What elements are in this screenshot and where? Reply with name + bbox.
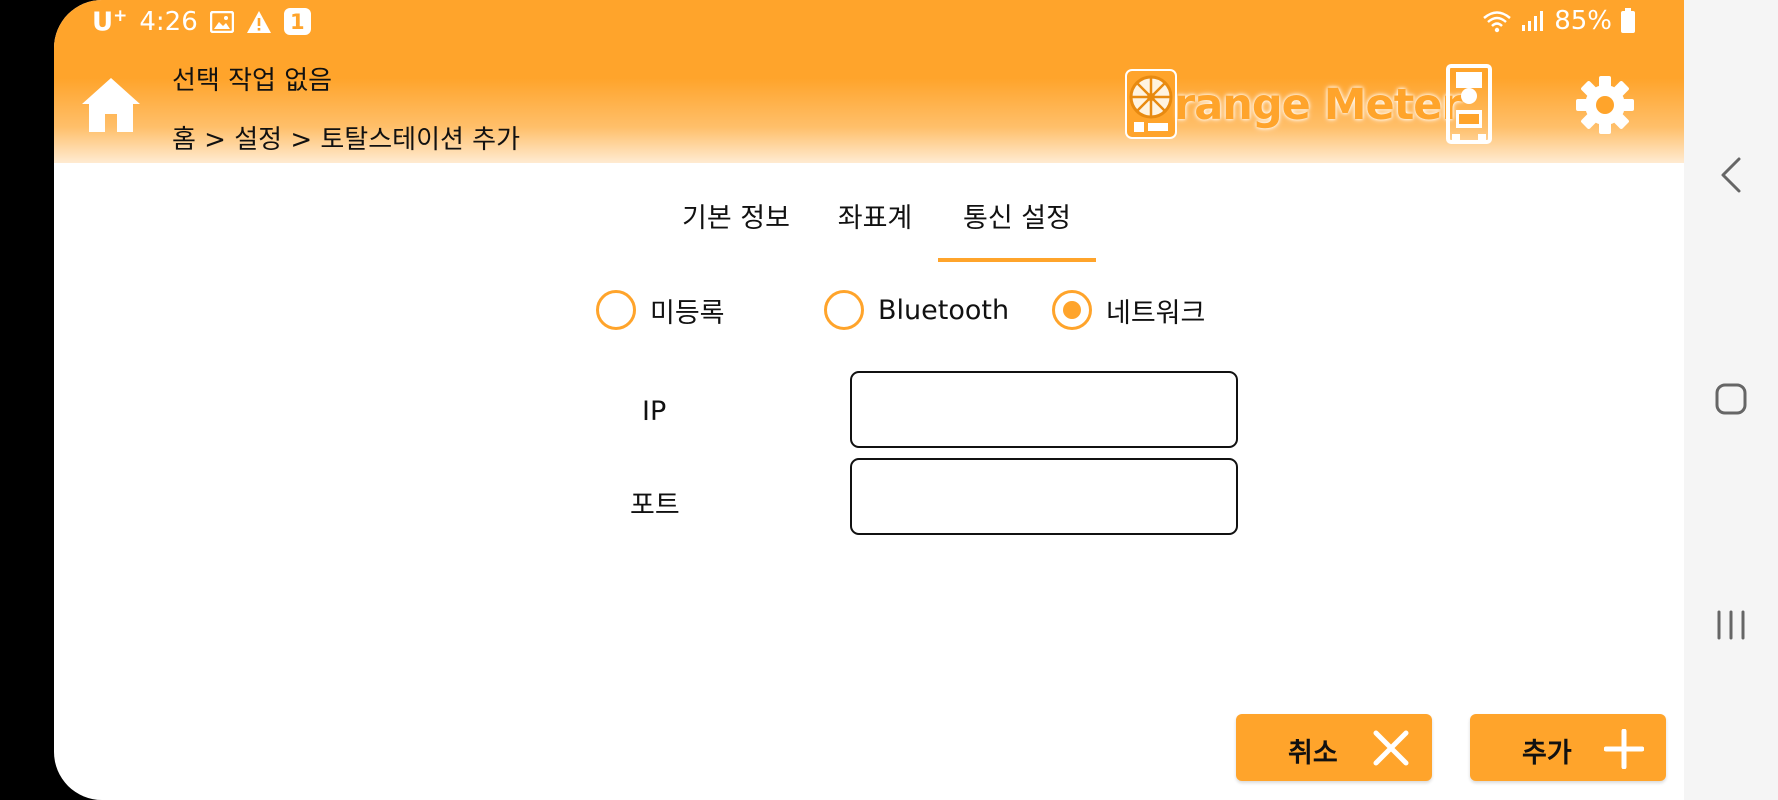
- close-icon: [1373, 730, 1409, 766]
- battery-icon: [1621, 8, 1635, 33]
- total-station-icon[interactable]: [1444, 64, 1494, 144]
- add-button-label: 추가: [1522, 738, 1572, 769]
- connection-type-group: 미등록 Bluetooth 네트워크: [54, 290, 1684, 334]
- port-input[interactable]: [850, 458, 1238, 535]
- add-button[interactable]: 추가: [1470, 714, 1666, 781]
- radio-label: Bluetooth: [878, 294, 1010, 326]
- tab-coordinate-system[interactable]: 좌표계: [830, 196, 920, 262]
- logo-wheel-icon: [1125, 69, 1177, 139]
- status-bar: U+ 4:26 1 85%: [54, 0, 1684, 44]
- radio-label: 미등록: [650, 297, 725, 329]
- tab-basic-info[interactable]: 기본 정보: [670, 196, 802, 262]
- radio-circle-selected[interactable]: [1052, 290, 1092, 330]
- carrier-sup: +: [113, 6, 128, 26]
- image-icon: [209, 10, 234, 33]
- notification-count-badge: 1: [283, 8, 311, 36]
- wifi-icon: [1483, 11, 1512, 33]
- cancel-button[interactable]: 취소: [1236, 714, 1432, 781]
- ip-input[interactable]: [850, 371, 1238, 448]
- home-icon[interactable]: [80, 74, 142, 136]
- ip-label: IP: [642, 396, 667, 427]
- warning-icon: [246, 10, 271, 33]
- radio-option-unregistered[interactable]: 미등록: [596, 290, 725, 330]
- cancel-button-label: 취소: [1288, 738, 1338, 769]
- radio-label: 네트워크: [1106, 297, 1206, 329]
- signal-icon: [1522, 11, 1544, 31]
- radio-option-bluetooth[interactable]: Bluetooth: [824, 290, 1009, 330]
- page-title: 선택 작업 없음: [172, 66, 333, 96]
- home-nav-button[interactable]: [1684, 364, 1778, 434]
- recents-nav-button[interactable]: [1684, 590, 1778, 660]
- header-bar: U+ 4:26 1 85% 선택 작업 없음 홈 > 설정 > 토탈스테이션 추…: [54, 0, 1684, 163]
- plus-icon: [1604, 729, 1644, 769]
- system-nav-bar: [1684, 0, 1778, 800]
- status-bar-left: U+ 4:26 1: [92, 6, 311, 38]
- port-label: 포트: [630, 490, 680, 521]
- battery-percent: 85%: [1554, 6, 1612, 36]
- radio-circle[interactable]: [596, 290, 636, 330]
- app-screen: U+ 4:26 1 85% 선택 작업 없음 홈 > 설정 > 토탈스테이션 추…: [54, 0, 1684, 800]
- carrier-name: U: [92, 7, 114, 38]
- logo-text: range Meter: [1174, 80, 1463, 130]
- home-square-icon: [1715, 383, 1747, 415]
- breadcrumb: 홈 > 설정 > 토탈스테이션 추가: [172, 125, 521, 155]
- gear-icon[interactable]: [1574, 74, 1636, 136]
- recents-icon: [1717, 610, 1745, 640]
- carrier-label: U+: [92, 6, 127, 38]
- clock: 4:26: [139, 6, 198, 37]
- back-nav-button[interactable]: [1684, 140, 1778, 210]
- tab-bar: 기본 정보 좌표계 통신 설정: [670, 196, 1112, 262]
- status-bar-right: 85%: [1482, 6, 1636, 36]
- back-icon: [1721, 157, 1741, 193]
- tab-communication-settings[interactable]: 통신 설정: [938, 196, 1096, 262]
- radio-option-network[interactable]: 네트워크: [1052, 290, 1205, 330]
- app-logo: range Meter: [1122, 68, 1463, 142]
- radio-circle[interactable]: [824, 290, 864, 330]
